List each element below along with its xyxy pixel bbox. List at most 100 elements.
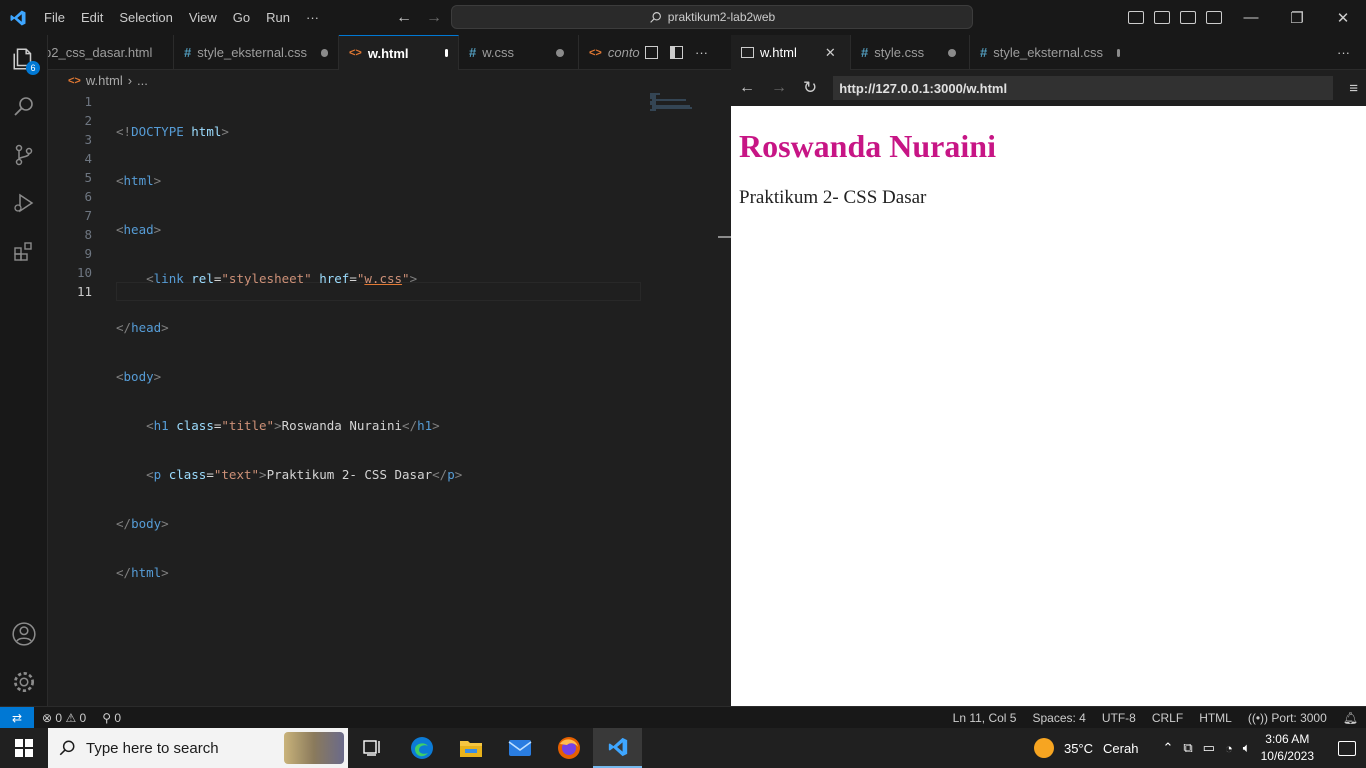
code-line: <html> xyxy=(116,173,162,188)
modified-dot-icon xyxy=(948,48,957,57)
browser-reload-icon[interactable]: ↻ xyxy=(803,78,817,98)
problems-indicator[interactable]: ⊗ 0 ⚠ 0 xyxy=(34,711,94,725)
more-actions-icon[interactable]: ··· xyxy=(1337,35,1366,69)
menu-more[interactable]: ··· xyxy=(298,0,327,35)
toggle-primary-sidebar-icon[interactable] xyxy=(1128,11,1144,24)
code-editor[interactable]: <> w.html › ... 1 2 3 4 5 6 7 8 9 10 11 … xyxy=(48,70,731,706)
code-line: </html> xyxy=(116,565,169,580)
code-line: <h1 class="title">Roswanda Nuraini</h1> xyxy=(146,418,440,433)
code-line: <!DOCTYPE html> xyxy=(116,124,229,139)
browser-forward-icon[interactable]: → xyxy=(771,79,787,97)
search-highlight-image-icon xyxy=(284,732,344,764)
notification-center-icon[interactable] xyxy=(1338,740,1356,756)
back-arrow-icon[interactable]: ← xyxy=(396,9,412,27)
line-number: 5 xyxy=(84,170,92,185)
menu-edit[interactable]: Edit xyxy=(73,0,111,35)
extensions-icon[interactable] xyxy=(0,227,48,275)
tab-label: conto xyxy=(607,45,640,60)
code-line: <link rel="stylesheet" href="w.css"> xyxy=(146,271,418,286)
notifications-bell-icon[interactable]: 🔔︎ xyxy=(1335,711,1366,725)
remote-indicator-icon[interactable]: ⇄ xyxy=(0,706,34,729)
tab-preview-style-eksternal[interactable]: # style_eksternal.css xyxy=(970,35,1130,70)
close-icon[interactable]: ✕ xyxy=(1320,0,1366,35)
cursor-position[interactable]: Ln 11, Col 5 xyxy=(945,711,1025,725)
breadcrumb: <> w.html › ... xyxy=(68,73,148,88)
run-debug-icon[interactable] xyxy=(0,179,48,227)
taskbar-clock[interactable]: 3:06 AM 10/6/2023 xyxy=(1261,731,1314,765)
tab-label: p2_css_dasar.html xyxy=(48,45,153,60)
weather-description[interactable]: Cerah xyxy=(1103,741,1138,756)
code-line: </head> xyxy=(116,320,169,335)
tab-preview-w-html[interactable]: w.html ✕ xyxy=(731,35,851,70)
tab-style-eksternal[interactable]: # style_eksternal.css xyxy=(174,35,339,70)
weather-sun-icon[interactable] xyxy=(1033,738,1054,758)
vscode-taskbar-icon[interactable] xyxy=(593,728,642,768)
weather-temperature[interactable]: 35°C xyxy=(1064,741,1093,756)
search-icon xyxy=(650,11,661,23)
activity-bar: 6 xyxy=(0,35,48,706)
forward-arrow-icon[interactable]: → xyxy=(426,9,442,27)
port-label: Port: 3000 xyxy=(1271,710,1327,725)
meet-now-icon[interactable]: ⧉ xyxy=(1183,740,1192,756)
account-icon[interactable] xyxy=(0,610,48,658)
windows-start-icon[interactable] xyxy=(0,728,48,768)
menu-selection[interactable]: Selection xyxy=(111,0,180,35)
ports-indicator[interactable]: ⚲ 0 xyxy=(94,711,129,725)
split-editor-icon[interactable] xyxy=(670,45,683,59)
task-view-icon[interactable] xyxy=(348,728,397,768)
minimize-icon[interactable]: — xyxy=(1228,0,1274,35)
restore-icon[interactable]: ❐ xyxy=(1274,0,1320,35)
menu-go[interactable]: Go xyxy=(225,0,258,35)
wifi-icon[interactable]: ◔ xyxy=(1225,741,1233,756)
browser-back-icon[interactable]: ← xyxy=(739,79,755,97)
warning-icon: ⚠ xyxy=(65,710,77,725)
css-icon: # xyxy=(184,45,192,60)
browser-menu-icon[interactable]: ≡ xyxy=(1349,80,1358,97)
tab-w-html[interactable]: <> w.html xyxy=(339,35,459,70)
toggle-secondary-sidebar-icon[interactable] xyxy=(1180,11,1196,24)
toggle-panel-icon[interactable] xyxy=(1154,11,1170,24)
taskbar-search[interactable]: Type here to search xyxy=(48,728,348,768)
encoding[interactable]: UTF-8 xyxy=(1094,711,1144,725)
live-server-port[interactable]: ((•)) Port: 3000 xyxy=(1240,711,1335,725)
windows-taskbar: Type here to search 35°C Cerah ⌃ ⧉ ▭ ◔ 🔈… xyxy=(0,728,1366,768)
menu-run[interactable]: Run xyxy=(258,0,298,35)
close-tab-icon[interactable]: ✕ xyxy=(825,45,836,61)
preview-icon xyxy=(741,47,754,58)
tray-chevron-up-icon[interactable]: ⌃ xyxy=(1162,740,1173,756)
breadcrumb-file[interactable]: w.html xyxy=(86,73,123,88)
source-control-icon[interactable] xyxy=(0,131,48,179)
customize-layout-icon[interactable] xyxy=(1206,11,1222,24)
tab-conto[interactable]: <> conto xyxy=(579,35,641,70)
search-icon[interactable] xyxy=(0,83,48,131)
firefox-icon[interactable] xyxy=(544,728,593,768)
browser-preview: ← → ↻ http://127.0.0.1:3000/w.html ≡ Ros… xyxy=(731,70,1366,706)
code-lines[interactable]: <!DOCTYPE html> <html> <head> <link rel=… xyxy=(116,92,462,661)
settings-gear-icon[interactable] xyxy=(0,658,48,706)
file-explorer-icon[interactable] xyxy=(446,728,495,768)
menu-file[interactable]: File xyxy=(36,0,73,35)
more-actions-icon[interactable]: ··· xyxy=(695,45,708,60)
tab-p2-css-dasar[interactable]: p2_css_dasar.html xyxy=(48,35,174,70)
html-icon: <> xyxy=(349,47,362,59)
volume-icon[interactable]: 🔈︎ xyxy=(1243,740,1251,756)
battery-icon[interactable]: ▭ xyxy=(1203,740,1215,756)
minimap[interactable] xyxy=(648,92,698,112)
open-preview-icon[interactable] xyxy=(645,45,658,59)
line-ending[interactable]: CRLF xyxy=(1144,711,1191,725)
command-center-search[interactable]: praktikum2-lab2web xyxy=(451,5,973,29)
menu-view[interactable]: View xyxy=(181,0,225,35)
broadcast-icon: ((•)) xyxy=(1247,710,1269,725)
line-number: 6 xyxy=(84,189,92,204)
language-mode[interactable]: HTML xyxy=(1191,711,1240,725)
page-paragraph: Praktikum 2- CSS Dasar xyxy=(739,187,927,208)
title-bar: File Edit Selection View Go Run ··· ← → … xyxy=(0,0,1366,35)
breadcrumb-rest[interactable]: ... xyxy=(137,73,148,88)
browser-url-field[interactable]: http://127.0.0.1:3000/w.html xyxy=(833,76,1334,100)
edge-browser-icon[interactable] xyxy=(397,728,446,768)
tab-preview-style-css[interactable]: # style.css xyxy=(851,35,970,70)
indentation[interactable]: Spaces: 4 xyxy=(1024,711,1093,725)
mail-icon[interactable] xyxy=(495,728,544,768)
tab-w-css[interactable]: # w.css xyxy=(459,35,579,70)
explorer-icon[interactable]: 6 xyxy=(0,35,48,83)
